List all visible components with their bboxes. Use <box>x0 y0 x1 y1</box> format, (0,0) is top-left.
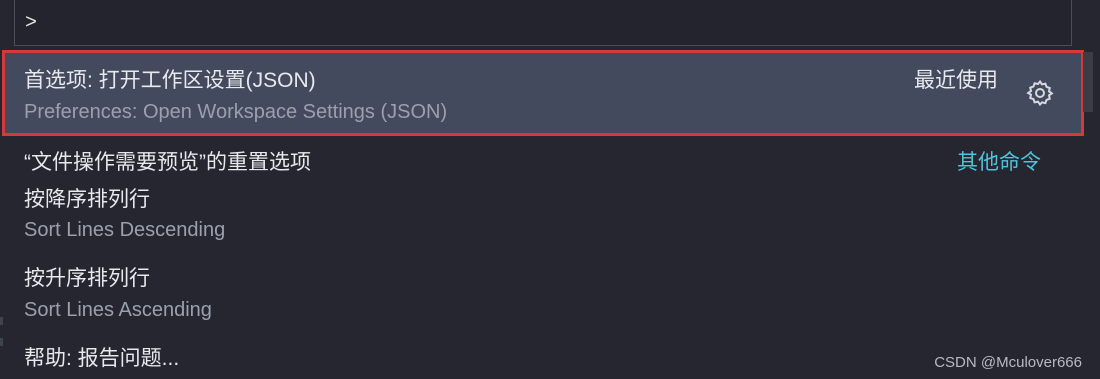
command-palette: > 首选项: 打开工作区设置(JSON) Preferences: Open W… <box>0 0 1100 379</box>
command-item-detail: Sort Lines Ascending <box>24 299 212 321</box>
command-item-label: 按升序排列行 <box>24 267 150 290</box>
command-item-detail: Sort Lines Descending <box>24 219 226 241</box>
left-edge-marker <box>0 338 3 346</box>
recently-used-badge: 最近使用 <box>914 69 998 92</box>
command-input-value: > <box>25 12 38 35</box>
left-edge-marker <box>0 317 3 325</box>
gear-icon[interactable] <box>1025 78 1055 108</box>
command-item-label: 按降序排列行 <box>24 188 150 211</box>
command-input[interactable]: > <box>14 0 1072 46</box>
command-item-detail: Preferences: Open Workspace Settings (JS… <box>24 101 448 123</box>
scrollbar-thumb[interactable] <box>1083 52 1093 112</box>
command-item-label: “文件操作需要预览”的重置选项 <box>24 151 311 174</box>
watermark: CSDN @Mculover666 <box>934 354 1082 371</box>
command-item-label: 首选项: 打开工作区设置(JSON) <box>24 69 316 92</box>
command-item-label: 帮助: 报告问题... <box>24 347 180 370</box>
other-commands-badge: 其他命令 <box>957 151 1041 174</box>
